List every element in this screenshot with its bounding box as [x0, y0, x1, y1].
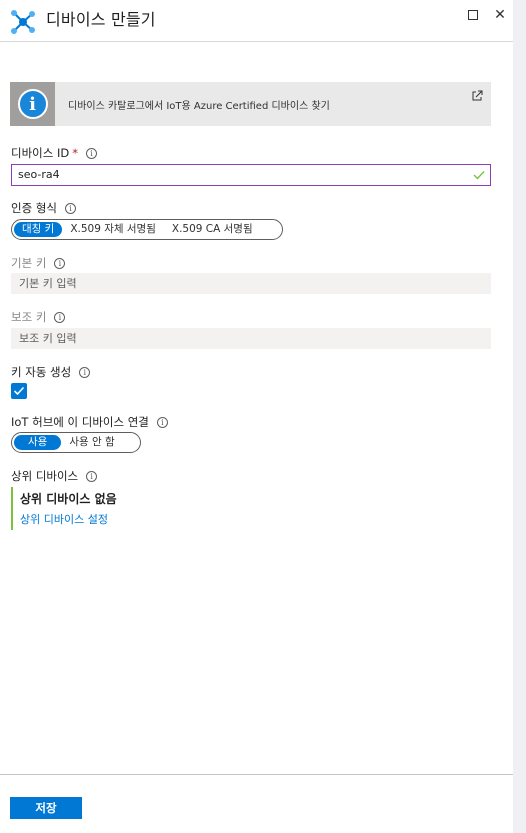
maximize-button[interactable]: [465, 7, 481, 23]
auto-generate-label: 키 자동 생성 i: [11, 364, 91, 380]
info-tooltip-icon[interactable]: i: [86, 470, 98, 482]
external-link-icon[interactable]: [471, 90, 483, 102]
device-id-input[interactable]: seo-ra4: [11, 164, 491, 186]
auto-generate-label-text: 키 자동 생성: [11, 365, 72, 379]
connect-hub-label: IoT 허브에 이 디바이스 연결 i: [11, 414, 168, 430]
parent-device-block: 상위 디바이스 없음 상위 디바이스 설정: [11, 487, 211, 530]
auth-type-label-text: 인증 형식: [11, 201, 57, 215]
device-id-label-text: 디바이스 ID: [11, 146, 70, 160]
scrollbar[interactable]: [513, 0, 526, 833]
info-icon: i: [17, 89, 48, 119]
secondary-key-input[interactable]: 보조 키 입력: [11, 328, 491, 349]
maximize-icon: [468, 10, 478, 20]
secondary-key-label-text: 보조 키: [11, 310, 47, 324]
device-id-value: seo-ra4: [18, 168, 60, 181]
auto-generate-checkbox[interactable]: [11, 383, 27, 399]
connect-option-disable[interactable]: 사용 안 함: [61, 435, 122, 450]
info-tooltip-icon[interactable]: i: [54, 311, 66, 323]
primary-key-label-text: 기본 키: [11, 256, 47, 270]
auth-type-label: 인증 형식 i: [11, 200, 76, 216]
required-mark: *: [72, 146, 78, 160]
device-id-label: 디바이스 ID * i: [11, 145, 97, 161]
banner-text: 디바이스 카탈로그에서 IoT용 Azure Certified 디바이스 찾기: [68, 101, 330, 112]
auth-option-symmetric-key[interactable]: 대칭 키: [14, 222, 63, 237]
parent-device-label: 상위 디바이스 i: [11, 468, 98, 484]
footer-divider: [0, 774, 513, 775]
connect-hub-label-text: IoT 허브에 이 디바이스 연결: [11, 415, 149, 429]
info-tooltip-icon[interactable]: i: [54, 257, 66, 269]
auth-type-toggle: 대칭 키 X.509 자체 서명됨 X.509 CA 서명됨: [11, 219, 283, 240]
close-button[interactable]: ✕: [492, 7, 508, 23]
checkbox-check-icon: [13, 386, 25, 396]
save-button[interactable]: 저장: [10, 797, 82, 819]
checkmark-icon: [473, 171, 485, 180]
parent-device-value: 상위 디바이스 없음: [20, 492, 117, 506]
parent-device-label-text: 상위 디바이스: [11, 469, 79, 483]
auth-option-x509-self-signed[interactable]: X.509 자체 서명됨: [62, 222, 164, 237]
info-tooltip-icon[interactable]: i: [64, 202, 76, 214]
info-tooltip-icon[interactable]: i: [85, 147, 97, 159]
create-device-panel: 디바이스 만들기 ✕ i 디바이스 카탈로그에서 IoT용 Azure Cert…: [0, 0, 513, 833]
primary-key-input[interactable]: 기본 키 입력: [11, 273, 491, 294]
connect-option-enable[interactable]: 사용: [14, 435, 62, 450]
panel-header: 디바이스 만들기 ✕: [0, 0, 513, 42]
iot-hub-icon: [11, 10, 35, 34]
info-tooltip-icon[interactable]: i: [156, 416, 168, 428]
page-title: 디바이스 만들기: [46, 10, 156, 29]
info-tooltip-icon[interactable]: i: [79, 366, 91, 378]
secondary-key-label: 보조 키 i: [11, 309, 66, 325]
auth-option-x509-ca-signed[interactable]: X.509 CA 서명됨: [164, 222, 261, 237]
set-parent-device-link[interactable]: 상위 디바이스 설정: [20, 511, 108, 527]
catalog-info-banner: i 디바이스 카탈로그에서 IoT용 Azure Certified 디바이스 …: [10, 82, 491, 126]
close-icon: ✕: [494, 7, 506, 23]
info-icon-container: i: [10, 82, 55, 126]
primary-key-label: 기본 키 i: [11, 255, 66, 271]
connect-hub-toggle: 사용 사용 안 함: [11, 432, 141, 453]
